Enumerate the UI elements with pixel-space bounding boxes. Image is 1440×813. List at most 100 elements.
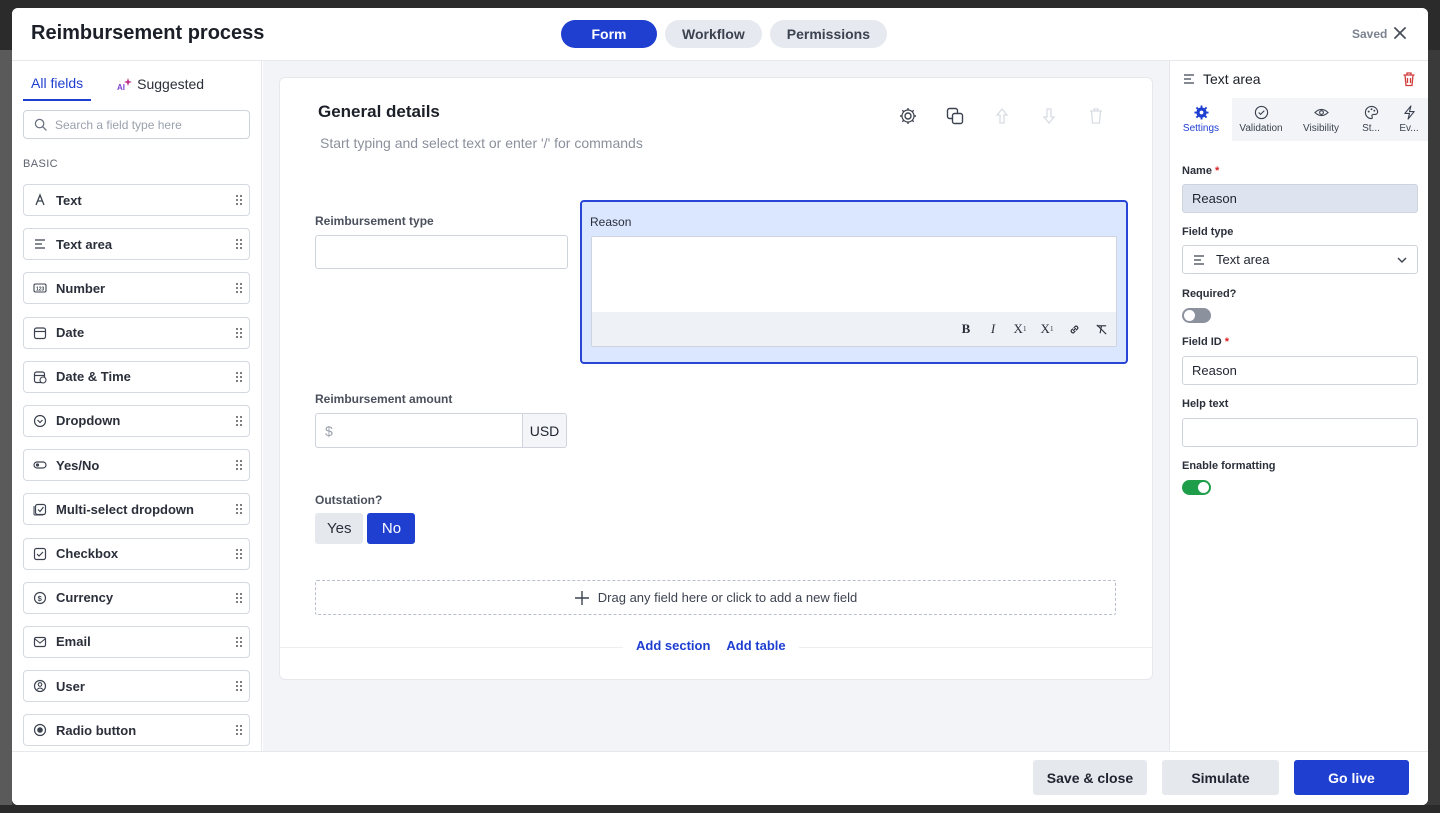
yes-button[interactable]: Yes xyxy=(315,513,364,544)
section-hint[interactable]: Start typing and select text or enter '/… xyxy=(320,135,643,151)
section-basic-label: BASIC xyxy=(23,158,59,170)
drag-handle-icon[interactable] xyxy=(235,548,243,560)
dollar-icon: $ xyxy=(33,591,47,605)
move-down-icon[interactable] xyxy=(1039,106,1059,126)
drag-handle-icon[interactable] xyxy=(235,459,243,471)
calendar-clock-icon xyxy=(33,370,47,384)
close-icon[interactable] xyxy=(1392,25,1408,41)
field-item-radio-button[interactable]: Radio button xyxy=(23,714,250,747)
italic-icon[interactable]: I xyxy=(986,321,1000,336)
tab-visibility[interactable]: Visibility xyxy=(1290,98,1352,141)
palette-tabs: All fields AI Suggested xyxy=(23,73,212,101)
reason-field-selected[interactable]: Reason B I X1 X1 xyxy=(580,200,1128,364)
clear-format-icon[interactable] xyxy=(1094,322,1108,336)
field-item-email[interactable]: Email xyxy=(23,625,250,658)
trash-icon[interactable] xyxy=(1086,106,1106,126)
name-input[interactable]: Reason xyxy=(1182,184,1418,213)
field-search[interactable] xyxy=(23,110,250,139)
section-title[interactable]: General details xyxy=(318,102,440,122)
user-icon xyxy=(33,679,47,693)
tab-style[interactable]: St... xyxy=(1352,98,1390,141)
field-item-user[interactable]: User xyxy=(23,670,250,703)
checkbox-icon xyxy=(33,547,47,561)
add-field-dropzone[interactable]: Drag any field here or click to add a ne… xyxy=(315,580,1116,615)
field-item-multi-select-dropdown[interactable]: Multi-select dropdown xyxy=(23,493,250,526)
tab-settings[interactable]: Settings xyxy=(1170,98,1232,141)
field-item-text-area[interactable]: Text area xyxy=(23,228,250,261)
radio-icon xyxy=(33,723,47,737)
tab-workflow[interactable]: Workflow xyxy=(665,20,762,48)
subscript-icon[interactable]: X1 xyxy=(1013,321,1027,336)
drag-handle-icon[interactable] xyxy=(235,636,243,648)
add-section-link[interactable]: Add section xyxy=(636,638,710,653)
dropdown-icon xyxy=(33,414,47,428)
field-item-text[interactable]: Text xyxy=(23,184,250,216)
drag-handle-icon[interactable] xyxy=(235,194,243,206)
outstation-yes-no: Yes No xyxy=(315,513,416,544)
properties-header: Text area xyxy=(1182,71,1261,87)
required-toggle[interactable] xyxy=(1182,308,1211,323)
field-type-select[interactable]: Text area xyxy=(1182,245,1418,274)
enable-formatting-toggle[interactable] xyxy=(1182,480,1211,495)
search-input[interactable] xyxy=(55,117,235,132)
drag-handle-icon[interactable] xyxy=(235,724,243,736)
mail-icon xyxy=(33,635,47,649)
properties-tabs: Settings Validation Visibility St... Ev.… xyxy=(1170,98,1428,141)
gear-icon[interactable] xyxy=(898,106,918,126)
view-tabs: Form Workflow Permissions xyxy=(561,20,888,48)
move-up-icon[interactable] xyxy=(992,106,1012,126)
add-table-link[interactable]: Add table xyxy=(726,638,785,653)
save-close-button[interactable]: Save & close xyxy=(1033,760,1147,795)
simulate-button[interactable]: Simulate xyxy=(1162,760,1279,795)
drag-handle-icon[interactable] xyxy=(235,415,243,427)
drag-handle-icon[interactable] xyxy=(235,371,243,383)
drag-handle-icon[interactable] xyxy=(235,503,243,515)
superscript-icon[interactable]: X1 xyxy=(1040,321,1054,336)
required-label: Required? xyxy=(1182,288,1237,300)
go-live-button[interactable]: Go live xyxy=(1294,760,1409,795)
toggle-icon xyxy=(33,458,47,472)
link-icon[interactable] xyxy=(1067,322,1081,336)
reason-label: Reason xyxy=(590,215,632,229)
field-id-input[interactable]: Reason xyxy=(1182,356,1418,385)
field-item-checkbox[interactable]: Checkbox xyxy=(23,537,250,570)
page-title: Reimbursement process xyxy=(31,22,265,44)
drag-handle-icon[interactable] xyxy=(235,680,243,692)
bold-icon[interactable]: B xyxy=(959,321,973,336)
reason-textarea[interactable]: B I X1 X1 xyxy=(591,236,1117,347)
tab-validation[interactable]: Validation xyxy=(1232,98,1290,141)
help-text-input[interactable] xyxy=(1182,418,1418,447)
field-item-currency[interactable]: $ Currency xyxy=(23,581,250,614)
tab-form[interactable]: Form xyxy=(561,20,657,48)
drag-handle-icon[interactable] xyxy=(235,238,243,250)
eye-icon xyxy=(1313,108,1329,117)
duplicate-icon[interactable] xyxy=(945,106,965,126)
reimbursement-type-input[interactable] xyxy=(315,235,568,269)
ai-sparkle-icon: AI xyxy=(117,76,133,92)
section-card: General details Start typing and select … xyxy=(279,77,1153,680)
field-item-date[interactable]: Date xyxy=(23,316,250,349)
field-item-date-time[interactable]: Date & Time xyxy=(23,360,250,393)
field-item-number[interactable]: 123 Number xyxy=(23,272,250,305)
field-type-label: Field type xyxy=(1182,226,1234,238)
tab-permissions[interactable]: Permissions xyxy=(769,20,888,48)
text-area-icon xyxy=(1192,253,1206,267)
drag-handle-icon[interactable] xyxy=(235,592,243,604)
drag-handle-icon[interactable] xyxy=(235,282,243,294)
svg-text:$: $ xyxy=(38,594,43,603)
field-item-yes-no[interactable]: Yes/No xyxy=(23,449,250,482)
name-label: Name * xyxy=(1182,165,1220,177)
add-links: Add section Add table xyxy=(623,638,799,653)
multi-check-icon xyxy=(33,502,47,516)
check-circle-icon xyxy=(1254,105,1268,120)
delete-field-icon[interactable] xyxy=(1401,71,1417,87)
amount-input[interactable]: $ xyxy=(315,413,522,448)
tab-all-fields[interactable]: All fields xyxy=(23,73,92,101)
tab-suggested[interactable]: AI Suggested xyxy=(109,73,212,101)
text-icon xyxy=(33,193,47,207)
field-item-dropdown[interactable]: Dropdown xyxy=(23,404,250,437)
drag-handle-icon[interactable] xyxy=(235,327,243,339)
no-button[interactable]: No xyxy=(367,513,416,544)
search-icon xyxy=(34,118,47,131)
tab-events[interactable]: Ev... xyxy=(1390,98,1428,141)
